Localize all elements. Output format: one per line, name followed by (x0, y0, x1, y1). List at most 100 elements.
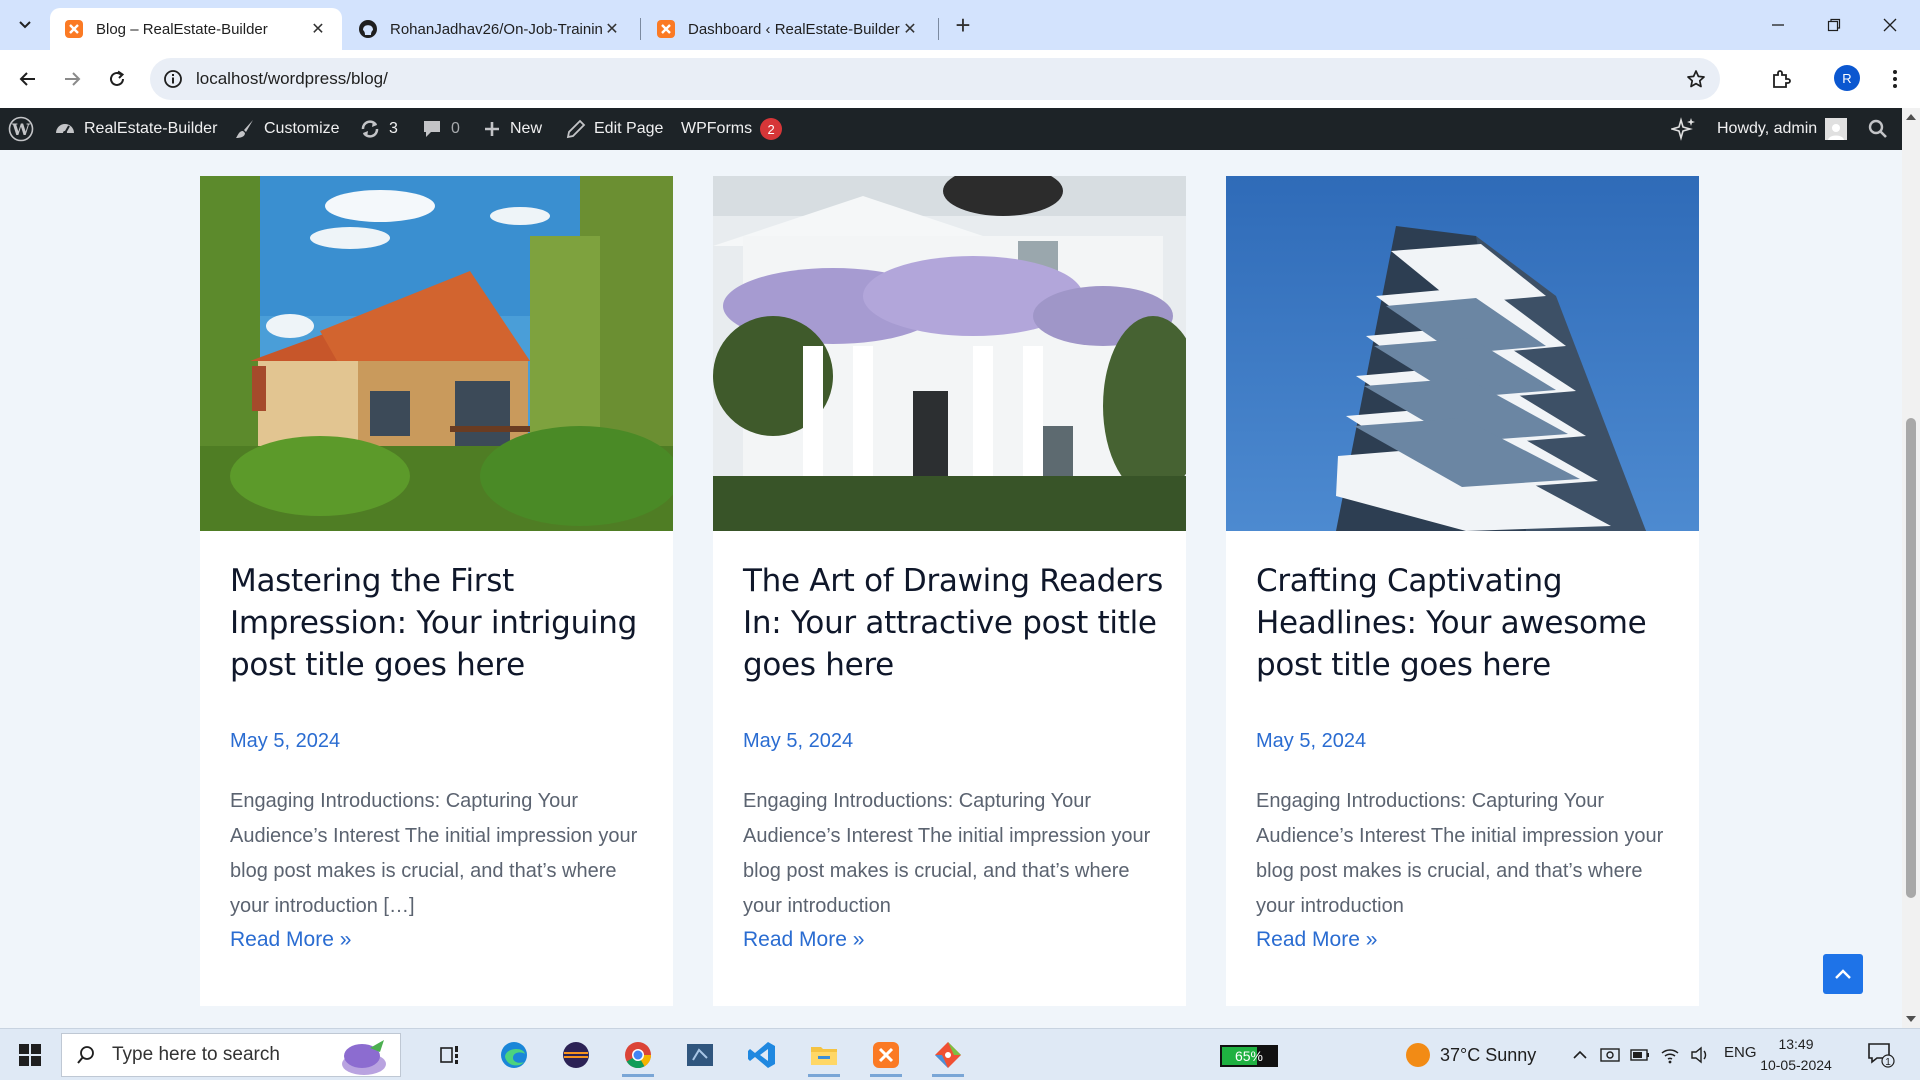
window-close-icon[interactable] (1862, 0, 1918, 50)
scroll-up-arrow-icon[interactable] (1906, 114, 1916, 120)
eclipse-ide-icon[interactable] (550, 1033, 602, 1077)
post-card: Crafting Captivating Headlines: Your awe… (1226, 176, 1699, 1006)
admin-new[interactable]: New (482, 108, 542, 150)
extensions-puzzle-icon[interactable] (1766, 64, 1796, 94)
tab-title: RohanJadhav26/On-Job-Trainin (390, 20, 602, 38)
xampp-favicon-icon (656, 19, 676, 39)
page-scrollbar[interactable] (1902, 108, 1920, 1028)
post-featured-image[interactable] (1226, 176, 1699, 531)
post-featured-image[interactable] (713, 176, 1186, 531)
tab-github[interactable]: RohanJadhav26/On-Job-Trainin ✕ (344, 8, 636, 50)
notification-center-icon[interactable]: 1 (1866, 1041, 1896, 1069)
chevron-up-tray-icon[interactable] (1568, 1043, 1592, 1067)
battery-indicator[interactable]: 65% (1220, 1045, 1278, 1067)
clock-time: 13:49 (1778, 1036, 1814, 1052)
post-title[interactable]: Mastering the First Impression: Your int… (230, 560, 655, 686)
admin-wpforms[interactable]: WPForms 2 (681, 108, 783, 150)
dashboard-gauge-icon (56, 124, 74, 135)
address-bar[interactable]: localhost/wordpress/blog/ (150, 58, 1720, 100)
admin-account[interactable]: Howdy, admin (1717, 108, 1848, 150)
git-client-icon[interactable] (922, 1033, 974, 1077)
scroll-down-arrow-icon[interactable] (1906, 1016, 1916, 1022)
sun-icon (1406, 1043, 1430, 1067)
white-house-wisteria-photo (713, 176, 1186, 531)
reload-icon[interactable] (101, 63, 133, 95)
read-more-link[interactable]: Read More » (743, 928, 864, 952)
tab-dashboard[interactable]: Dashboard ‹ RealEstate-Builder ✕ (642, 8, 934, 50)
close-icon[interactable]: ✕ (308, 19, 328, 39)
admin-comments[interactable]: 0 (421, 108, 460, 150)
read-more-link[interactable]: Read More » (230, 928, 351, 952)
tab-separator (640, 18, 641, 40)
battery-tray-icon[interactable] (1628, 1043, 1652, 1067)
edge-browser-icon[interactable] (488, 1033, 540, 1077)
virtualbox-icon[interactable] (674, 1033, 726, 1077)
bookmark-star-icon[interactable] (1684, 67, 1708, 91)
system-clock[interactable]: 13:49 10-05-2024 (1756, 1034, 1836, 1076)
file-explorer-icon[interactable] (798, 1033, 850, 1077)
browser-menu-icon[interactable] (1880, 64, 1910, 94)
post-excerpt: Engaging Introductions: Capturing Your A… (230, 790, 638, 917)
post-title[interactable]: Crafting Captivating Headlines: Your awe… (1256, 560, 1681, 686)
plus-icon (485, 122, 499, 136)
chevron-down-icon (19, 21, 31, 29)
howdy-label: Howdy, admin (1717, 120, 1818, 137)
admin-updates[interactable]: 3 (359, 108, 398, 150)
comments-count: 0 (451, 120, 460, 137)
weather-widget[interactable]: 37°C Sunny (1406, 1029, 1536, 1080)
wordpress-logo-icon[interactable]: W (8, 108, 34, 150)
pencil-icon (566, 119, 586, 139)
new-tab-plus-icon[interactable]: + (948, 10, 978, 40)
scroll-to-top-button[interactable] (1823, 954, 1863, 994)
read-more-link[interactable]: Read More » (1256, 928, 1377, 952)
site-info-icon[interactable] (162, 68, 184, 90)
meet-now-icon[interactable] (1598, 1043, 1622, 1067)
battery-percent: 65% (1234, 1048, 1264, 1064)
close-icon[interactable]: ✕ (602, 19, 622, 39)
admin-customize[interactable]: Customize (234, 108, 340, 150)
customize-label: Customize (264, 120, 340, 137)
url-text[interactable]: localhost/wordpress/blog/ (196, 69, 388, 89)
post-date[interactable]: May 5, 2024 (1256, 730, 1366, 753)
back-arrow-icon[interactable] (12, 63, 44, 95)
language-indicator[interactable]: ENG (1724, 1044, 1757, 1061)
forward-arrow-icon[interactable] (56, 63, 88, 95)
post-date[interactable]: May 5, 2024 (230, 730, 340, 753)
post-card: Mastering the First Impression: Your int… (200, 176, 673, 1006)
taskbar-search-box[interactable]: Type here to search (61, 1033, 401, 1077)
wpforms-label: WPForms (681, 120, 753, 137)
blog-post-grid: Mastering the First Impression: Your int… (0, 150, 1902, 1028)
admin-edit-page[interactable]: Edit Page (566, 108, 663, 150)
browser-toolbar: localhost/wordpress/blog/ R (0, 50, 1920, 108)
restore-icon[interactable] (1806, 0, 1862, 50)
wooden-house-photo (200, 176, 673, 531)
close-icon[interactable]: ✕ (900, 19, 920, 39)
windows-start-icon[interactable] (10, 1037, 50, 1073)
post-featured-image[interactable] (200, 176, 673, 531)
volume-icon[interactable] (1688, 1043, 1712, 1067)
xampp-favicon-icon (64, 19, 84, 39)
wpforms-notification-badge: 2 (760, 118, 783, 140)
post-date[interactable]: May 5, 2024 (743, 730, 853, 753)
tab-search-button[interactable] (10, 10, 40, 40)
profile-avatar[interactable]: R (1834, 65, 1860, 91)
search-icon (74, 1043, 98, 1067)
tab-blog[interactable]: Blog – RealEstate-Builder ✕ (50, 8, 342, 50)
weather-text: 37°C Sunny (1440, 1044, 1537, 1065)
post-title[interactable]: The Art of Drawing Readers In: Your attr… (743, 560, 1168, 686)
ai-sparkle-icon[interactable] (1671, 108, 1697, 150)
wp-admin-bar: W RealEstate-Builder Customize 3 0 New E… (0, 108, 1920, 150)
task-view-icon[interactable] (424, 1033, 476, 1077)
scrollbar-thumb[interactable] (1906, 418, 1916, 898)
updates-refresh-icon (361, 120, 379, 138)
comment-bubble-icon (424, 121, 440, 137)
xampp-control-icon[interactable] (860, 1033, 912, 1077)
post-excerpt: Engaging Introductions: Capturing Your A… (743, 790, 1151, 917)
wifi-icon[interactable] (1658, 1043, 1682, 1067)
admin-site-name[interactable]: RealEstate-Builder (54, 108, 217, 150)
minimize-icon[interactable] (1750, 0, 1806, 50)
admin-search-icon[interactable] (1868, 108, 1888, 150)
browser-tab-strip: Blog – RealEstate-Builder ✕ RohanJadhav2… (0, 0, 1920, 50)
chrome-browser-icon[interactable] (612, 1033, 664, 1077)
vscode-icon[interactable] (736, 1033, 788, 1077)
